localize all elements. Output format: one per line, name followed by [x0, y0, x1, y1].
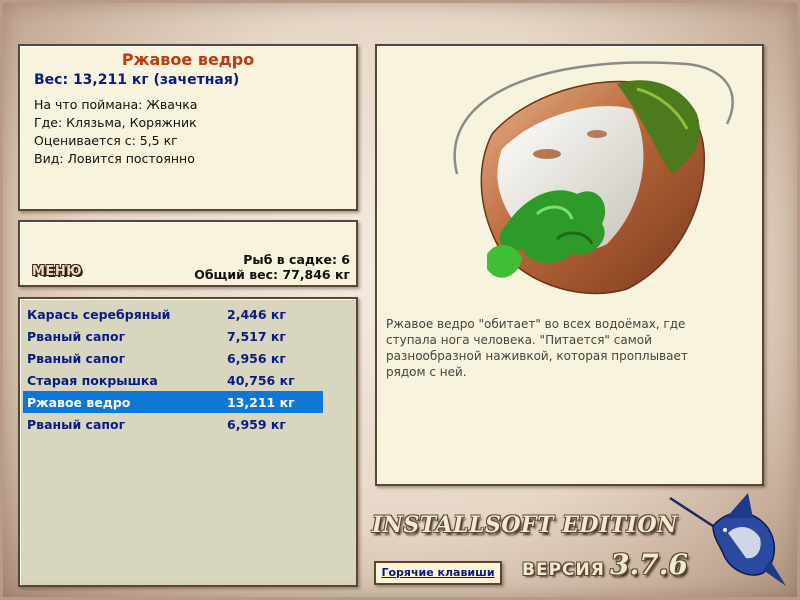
catch-weight: 6,956 кг — [227, 351, 286, 366]
kind-text: Вид: Ловится постоянно — [34, 151, 195, 166]
marlin-icon — [669, 493, 786, 586]
hotkeys-button[interactable]: Горячие клавиши — [374, 561, 502, 585]
catch-name: Карась серебряный — [27, 307, 171, 322]
fish-info-panel: Ржавое ведро Вес: 13,211 кг (зачетная) Н… — [18, 44, 358, 211]
catch-weight: 40,756 кг — [227, 373, 295, 388]
fish-description: Ржавое ведро "обитает" во всех водоёмах,… — [386, 317, 688, 379]
rusty-bucket-image — [453, 61, 734, 295]
catch-list: Карась серебряный 2,446 кг Рваный сапог … — [18, 297, 358, 587]
fish-count: Рыб в садке: 6 — [243, 252, 350, 267]
caught-on-text: На что поймана: Жвачка — [34, 97, 198, 112]
fish-weight: Вес: 13,211 кг (зачетная) — [34, 72, 240, 88]
catch-row[interactable]: Рваный сапог 6,956 кг — [23, 347, 323, 369]
location-text: Где: Клязьма, Коряжник — [34, 115, 197, 130]
fish-picture-panel: Ржавое ведро "обитает" во всех водоёмах,… — [375, 44, 764, 486]
catch-row[interactable]: Карась серебряный 2,446 кг — [23, 303, 323, 325]
total-weight: Общий вес: 77,846 кг — [194, 267, 350, 282]
stats-panel: МЕНЮ Рыб в садке: 6 Общий вес: 77,846 кг — [18, 220, 358, 287]
catch-row[interactable]: Ржавое ведро 13,211 кг — [23, 391, 323, 413]
catch-weight: 2,446 кг — [227, 307, 286, 322]
valued-from-text: Оценивается с: 5,5 кг — [34, 133, 178, 148]
catch-weight: 6,959 кг — [227, 417, 286, 432]
catch-name: Ржавое ведро — [27, 395, 131, 410]
fish-details: На что поймана: Жвачка Где: Клязьма, Кор… — [34, 96, 197, 168]
catch-name: Рваный сапог — [27, 329, 126, 344]
catch-weight: 7,517 кг — [227, 329, 286, 344]
edition-logo-text: INSTALLSOFT EDITION — [372, 512, 678, 538]
catch-row[interactable]: Рваный сапог 6,959 кг — [23, 413, 323, 435]
version-label: ВЕРСИЯ — [522, 560, 605, 580]
catch-weight: 13,211 кг — [227, 395, 295, 410]
catch-name: Рваный сапог — [27, 351, 126, 366]
menu-button[interactable]: МЕНЮ — [32, 264, 82, 279]
catch-name: Рваный сапог — [27, 417, 126, 432]
fish-title: Ржавое ведро — [121, 50, 255, 69]
catch-row[interactable]: Старая покрышка 40,756 кг — [23, 369, 323, 391]
catch-name: Старая покрышка — [27, 373, 158, 388]
catch-row[interactable]: Рваный сапог 7,517 кг — [23, 325, 323, 347]
